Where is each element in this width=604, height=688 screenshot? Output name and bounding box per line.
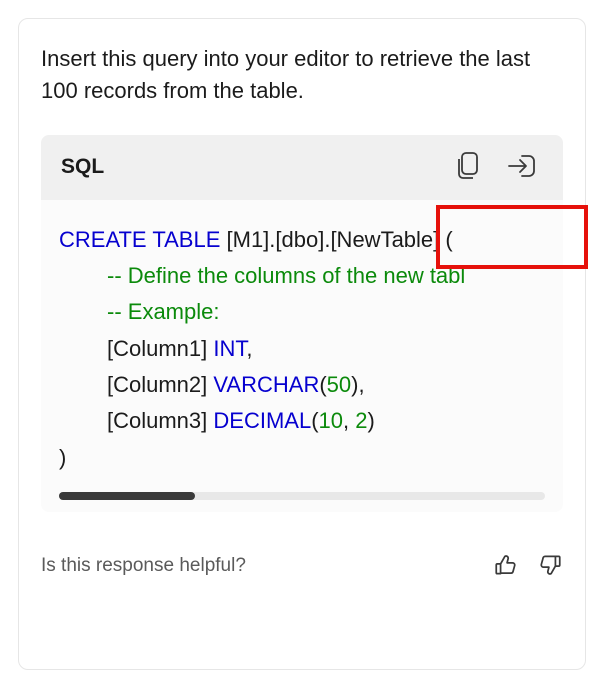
code-token: ) xyxy=(367,408,374,433)
thumbs-up-icon xyxy=(493,552,519,581)
code-token: , xyxy=(343,408,355,433)
code-token: [M1].[dbo].[NewTable] ( xyxy=(220,227,452,252)
code-header: SQL xyxy=(41,135,563,200)
code-block: SQL xyxy=(41,135,563,512)
horizontal-scrollbar[interactable] xyxy=(59,492,545,500)
insert-button[interactable] xyxy=(507,153,537,182)
thumbs-down-button[interactable] xyxy=(537,552,563,581)
code-token: [Column1] xyxy=(107,336,213,361)
code-token: ( xyxy=(311,408,318,433)
code-token: , xyxy=(246,336,252,361)
code-token: 50 xyxy=(327,372,351,397)
code-body: CREATE TABLE [M1].[dbo].[NewTable] ( -- … xyxy=(41,200,563,512)
scrollbar-thumb[interactable] xyxy=(59,492,195,500)
thumbs-down-icon xyxy=(537,552,563,581)
sql-code: CREATE TABLE [M1].[dbo].[NewTable] ( -- … xyxy=(59,222,545,476)
code-token: 10 xyxy=(319,408,343,433)
copy-button[interactable] xyxy=(455,151,481,184)
code-token: ) xyxy=(59,445,66,470)
code-token: , xyxy=(358,372,364,397)
code-token: -- Define the columns of the new tabl xyxy=(107,263,465,288)
thumbs-up-button[interactable] xyxy=(493,552,519,581)
code-language-label: SQL xyxy=(61,155,104,179)
feedback-actions xyxy=(493,552,563,581)
code-token: -- Example: xyxy=(107,299,219,324)
copy-icon xyxy=(455,151,481,184)
code-token: [Column2] xyxy=(107,372,213,397)
code-token: CREATE TABLE xyxy=(59,227,220,252)
code-token: 2 xyxy=(355,408,367,433)
assistant-card: Insert this query into your editor to re… xyxy=(18,18,586,670)
code-token: [Column3] xyxy=(107,408,213,433)
feedback-prompt: Is this response helpful? xyxy=(41,555,246,577)
intro-text: Insert this query into your editor to re… xyxy=(41,43,563,107)
insert-icon xyxy=(507,153,537,182)
code-token: INT xyxy=(213,336,246,361)
code-actions xyxy=(449,149,543,186)
code-token: ( xyxy=(319,372,326,397)
feedback-row: Is this response helpful? xyxy=(41,552,563,581)
code-token: DECIMAL xyxy=(213,408,311,433)
code-token: VARCHAR xyxy=(213,372,319,397)
